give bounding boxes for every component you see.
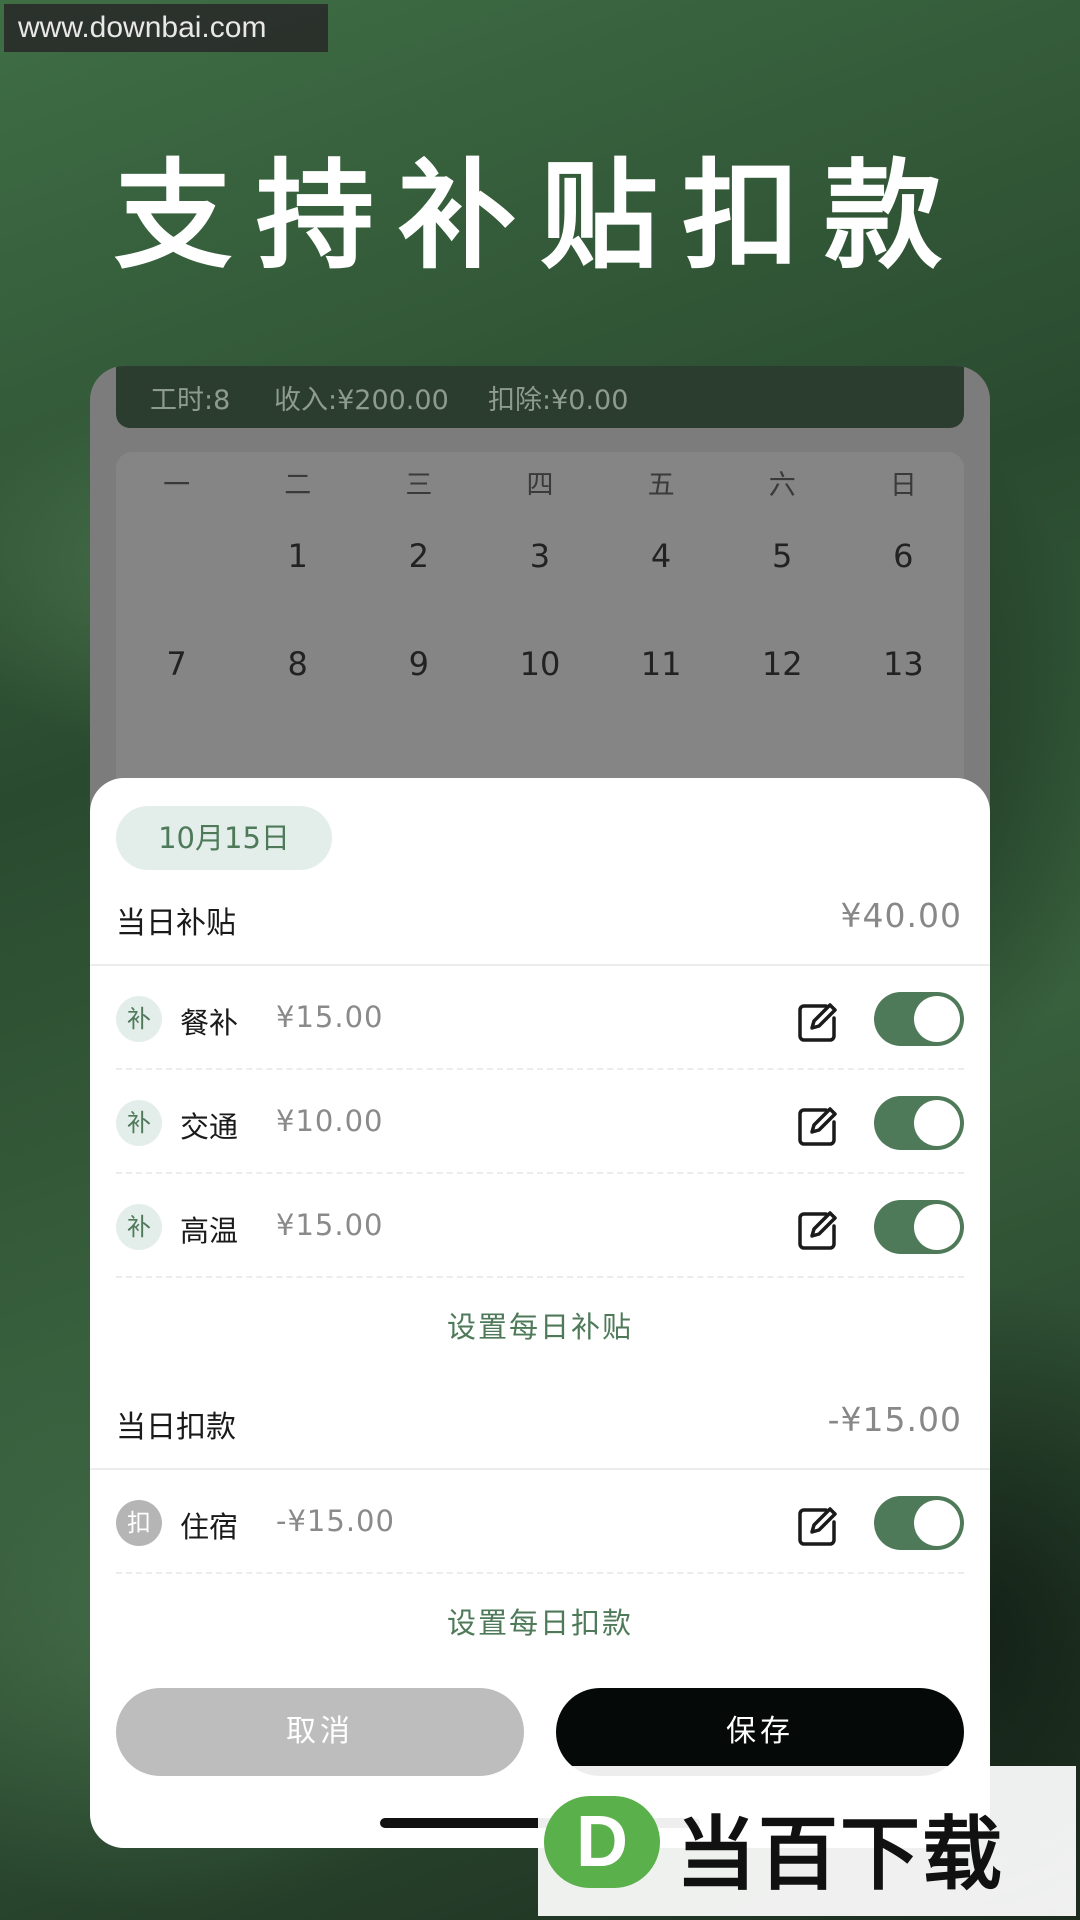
edit-icon[interactable]: [796, 1104, 840, 1148]
subsidy-section-title: 当日补贴: [116, 906, 236, 941]
weekday-label: 四: [526, 470, 554, 501]
subsidy-badge: 补: [116, 996, 162, 1042]
calendar-day[interactable]: 12: [722, 634, 843, 694]
deduction-toggle[interactable]: [874, 1496, 964, 1550]
deduction-name: 住宿: [180, 1510, 239, 1544]
weekday-label: 一: [163, 470, 191, 501]
deduction-amount: -¥15.00: [276, 1504, 395, 1538]
save-button[interactable]: 保存: [556, 1688, 964, 1776]
set-daily-subsidy-link[interactable]: 设置每日补贴: [90, 1304, 990, 1346]
calendar-day[interactable]: 2: [358, 526, 479, 586]
calendar-day[interactable]: 5: [722, 526, 843, 586]
subsidy-name: 餐补: [180, 1006, 239, 1040]
edit-icon[interactable]: [796, 1000, 840, 1044]
subsidy-name: 高温: [180, 1214, 239, 1248]
edit-icon[interactable]: [796, 1208, 840, 1252]
calendar-day[interactable]: 6: [843, 526, 964, 586]
dashed-divider: [116, 1572, 964, 1574]
calendar-day[interactable]: 4: [601, 526, 722, 586]
toggle-knob: [914, 1100, 960, 1146]
set-daily-deduction-link[interactable]: 设置每日扣款: [90, 1600, 990, 1642]
subsidy-badge: 补: [116, 1100, 162, 1146]
calendar-day[interactable]: 9: [358, 634, 479, 694]
subsidy-row: 补 餐补 ¥15.00: [116, 966, 964, 1070]
toggle-knob: [914, 1500, 960, 1546]
toggle-knob: [914, 1204, 960, 1250]
watermark-brand-text: 当百下载: [676, 1808, 1004, 1901]
subsidy-row: 补 高温 ¥15.00: [116, 1174, 964, 1278]
calendar-day[interactable]: 13: [843, 634, 964, 694]
stat-income: 收入:¥200.00: [274, 385, 449, 416]
subsidy-toggle[interactable]: [874, 992, 964, 1046]
calendar-day[interactable]: 11: [601, 634, 722, 694]
subsidy-toggle[interactable]: [874, 1200, 964, 1254]
toggle-knob: [914, 996, 960, 1042]
deduction-section-title: 当日扣款: [116, 1410, 236, 1445]
subsidy-amount: ¥15.00: [276, 1000, 384, 1034]
calendar-weekday-header: 一 二 三 四 五 六 日: [116, 456, 964, 516]
stat-deduction: 扣除:¥0.00: [488, 385, 629, 416]
subsidy-badge: 补: [116, 1204, 162, 1250]
watermark-logo-letter: D: [576, 1802, 628, 1882]
subsidy-total: ¥40.00: [840, 896, 962, 935]
stats-bar: 工时:8 收入:¥200.00 扣除:¥0.00: [116, 366, 964, 428]
calendar-day[interactable]: 1: [237, 526, 358, 586]
subsidy-amount: ¥10.00: [276, 1104, 384, 1138]
daily-adjustment-sheet: 10月15日 当日补贴 ¥40.00 补 餐补 ¥15.00 补 交通 ¥10.…: [90, 778, 990, 1848]
calendar-day[interactable]: 3: [479, 526, 600, 586]
subsidy-toggle[interactable]: [874, 1096, 964, 1150]
deduction-row: 扣 住宿 -¥15.00: [116, 1470, 964, 1574]
weekday-label: 六: [768, 470, 796, 501]
cancel-button[interactable]: 取消: [116, 1688, 524, 1776]
calendar-day[interactable]: 7: [116, 634, 237, 694]
deduction-total: -¥15.00: [827, 1400, 962, 1439]
weekday-label: 三: [405, 470, 433, 501]
weekday-label: 日: [889, 470, 917, 501]
weekday-label: 五: [647, 470, 675, 501]
calendar-day[interactable]: 8: [237, 634, 358, 694]
watermark-logo-icon: D: [544, 1796, 660, 1888]
stat-hours: 工时:8: [150, 385, 231, 416]
weekday-label: 二: [284, 470, 312, 501]
edit-icon[interactable]: [796, 1504, 840, 1548]
watermark-logo-banner: D 当百下载: [538, 1766, 1076, 1916]
calendar-week: 1 2 3 4 5 6: [116, 526, 964, 586]
promo-headline: 支持补贴扣款: [113, 147, 966, 285]
watermark-url: www.downbai.com: [4, 4, 328, 52]
calendar-day: [116, 526, 237, 586]
subsidy-amount: ¥15.00: [276, 1208, 384, 1242]
subsidy-name: 交通: [180, 1110, 239, 1144]
deduction-badge: 扣: [116, 1500, 162, 1546]
date-chip: 10月15日: [116, 806, 332, 870]
subsidy-row: 补 交通 ¥10.00: [116, 1070, 964, 1174]
dashed-divider: [116, 1276, 964, 1278]
calendar-day[interactable]: 10: [479, 634, 600, 694]
calendar-week: 7 8 9 10 11 12 13: [116, 634, 964, 694]
